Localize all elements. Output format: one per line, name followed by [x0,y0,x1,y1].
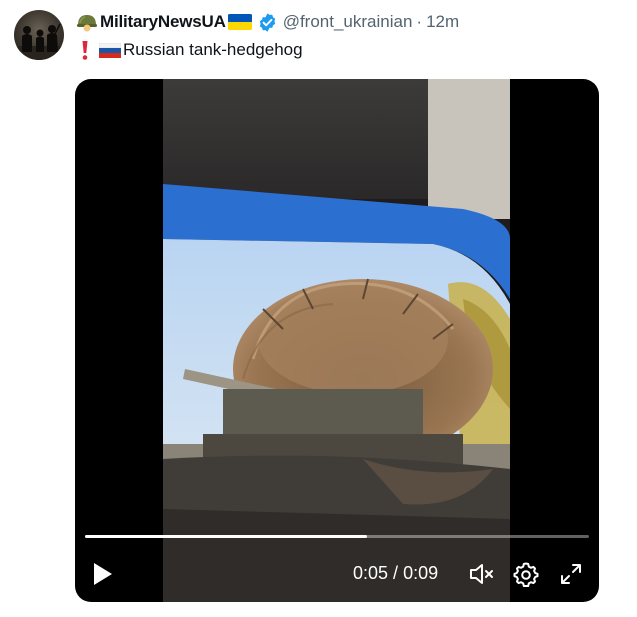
video-player[interactable]: 0:05 / 0:09 [75,79,599,602]
verified-badge-icon[interactable] [257,12,278,33]
russia-flag-icon [99,42,121,58]
fullscreen-icon [561,564,581,584]
tweet-body: Russian tank-hedgehog [123,40,303,59]
video-frame[interactable] [163,79,510,602]
current-time: 0:05 [353,563,389,583]
duration: 0:09 [403,563,439,583]
video-progress-bar[interactable] [85,535,589,538]
video-progress-fill [85,535,368,538]
play-button[interactable] [89,560,115,588]
author-handle[interactable]: @front_ukrainian [283,12,413,32]
author-display-name[interactable]: MilitaryNewsUA [100,12,226,32]
separator-dot: · [416,12,423,31]
settings-icon [513,562,539,587]
military-helmet-icon [77,15,97,32]
tweet-header: MilitaryNewsUA @front_ukrainian · 12m [76,11,459,33]
mute-icon [470,564,493,584]
video-timecode: 0:05 / 0:09 [353,563,438,584]
tweet-timestamp[interactable]: 12m [426,12,459,32]
avatar[interactable] [14,10,64,60]
time-separator: / [388,563,404,583]
settings-button[interactable] [512,560,540,588]
tweet-text: Russian tank-hedgehog [79,38,303,62]
play-icon [94,563,112,585]
soldiers-silhouette-icon [14,23,64,60]
video-still-image [163,79,510,602]
fullscreen-button[interactable] [557,560,585,588]
mute-button[interactable] [467,560,495,588]
red-exclamation-icon [82,41,88,60]
ukraine-flag-icon [227,14,252,30]
